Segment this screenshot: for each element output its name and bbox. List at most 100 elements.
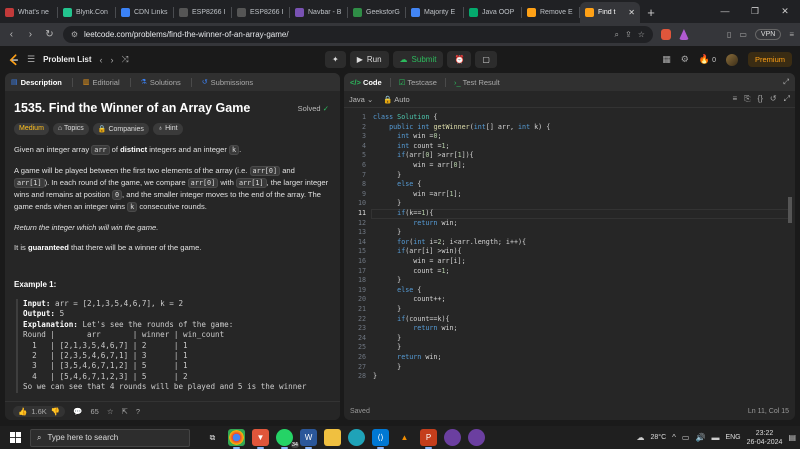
tab-description[interactable]: ▤ Description <box>11 78 62 87</box>
back-icon[interactable]: ‹ <box>6 29 17 40</box>
minimize-button[interactable]: — <box>710 0 740 23</box>
settings-icon[interactable]: ⚙ <box>681 54 689 65</box>
code-line[interactable]: 18 } <box>344 276 784 286</box>
code-line[interactable]: 13 } <box>344 228 784 238</box>
forward-icon[interactable]: › <box>25 29 36 40</box>
url-text[interactable]: leetcode.com/problems/find-the-winner-of… <box>84 30 608 39</box>
code-line[interactable]: 25 } <box>344 343 784 353</box>
thumbs-up-icon[interactable]: 👍 <box>18 407 27 416</box>
code-line[interactable]: 24 } <box>344 334 784 344</box>
omnibox[interactable]: ⚙ leetcode.com/problems/find-the-winner-… <box>62 26 653 43</box>
code-line[interactable]: 2 public int getWinner(int[] arr, int k)… <box>344 123 784 133</box>
bookmark-star-icon[interactable]: ☆ <box>638 30 645 39</box>
browser-tab[interactable]: Find t ✕ <box>580 2 640 23</box>
reset-icon[interactable]: ↺ <box>770 94 777 104</box>
debug-button[interactable]: ✦ <box>325 51 346 68</box>
word-icon[interactable]: W <box>300 429 317 449</box>
braces-icon[interactable]: {} <box>758 94 763 104</box>
browser-tab[interactable]: GeeksforG <box>348 2 406 23</box>
code-line[interactable]: 9 win =arr[1]; <box>344 190 784 200</box>
code-line[interactable]: 7 } <box>344 171 784 181</box>
new-tab-button[interactable]: + <box>640 2 662 23</box>
vlc-icon[interactable]: ▲ <box>396 429 413 446</box>
app-icon[interactable] <box>468 429 485 446</box>
notification-icon[interactable]: ▤ <box>788 433 796 442</box>
site-info-icon[interactable]: ⚙ <box>71 30 78 39</box>
brave-shield-icon[interactable] <box>660 29 671 40</box>
code-line[interactable]: 23 return win; <box>344 324 784 334</box>
fullscreen-icon[interactable]: ⤢ <box>784 94 790 104</box>
tab-submissions[interactable]: ↺ Submissions <box>202 78 253 87</box>
code-line[interactable]: 17 count =1; <box>344 267 784 277</box>
page-title[interactable]: 1535. Find the Winner of an Array Game <box>14 101 250 115</box>
prev-problem-icon[interactable]: ‹ <box>100 55 103 65</box>
code-line[interactable]: 14 for(int i=2; i<arr.length; i++){ <box>344 238 784 248</box>
restore-button[interactable]: ❐ <box>740 0 770 23</box>
browser-tab[interactable]: Majority E <box>406 2 464 23</box>
reload-icon[interactable]: ↻ <box>44 29 55 40</box>
notes-button[interactable]: ▢ <box>475 51 497 68</box>
code-line[interactable]: 4 int count =1; <box>344 142 784 152</box>
edge-icon[interactable] <box>348 429 365 446</box>
language-indicator[interactable]: ENG <box>725 434 740 441</box>
tab-editorial[interactable]: ▥ Editorial <box>83 78 120 87</box>
topics-tag[interactable]: ⌂ Topics <box>52 123 89 135</box>
bookmark-icon[interactable]: ⎘ <box>744 94 750 104</box>
language-select[interactable]: Java ⌄ <box>349 95 373 104</box>
next-problem-icon[interactable]: › <box>111 55 114 65</box>
submit-button[interactable]: ☁ Submit <box>392 51 444 68</box>
browser-tab[interactable]: CDN Links <box>116 2 174 23</box>
browser-tab[interactable]: Java OOP <box>464 2 522 23</box>
task-view-icon[interactable]: ⧉ <box>204 429 221 446</box>
format-icon[interactable]: ≡ <box>732 94 737 104</box>
menu-icon[interactable]: ≡ <box>789 30 794 39</box>
tab-test-result[interactable]: ›_ Test Result <box>454 78 500 87</box>
list-icon[interactable]: ☰ <box>27 54 35 65</box>
code-line[interactable]: 5 if(arr[0] >arr[1]){ <box>344 151 784 161</box>
wallet-icon[interactable]: ▭ <box>739 30 747 39</box>
browser-tab[interactable]: ESP8266 I <box>232 2 290 23</box>
hint-tag[interactable]: ♁ Hint <box>152 123 183 135</box>
help-icon[interactable]: ? <box>136 407 140 416</box>
browser-tab[interactable]: What's ne <box>0 2 58 23</box>
shuffle-icon[interactable]: ⤨ <box>122 54 129 65</box>
close-tab-icon[interactable]: ✕ <box>628 8 635 17</box>
browser-tab[interactable]: ESP8266 I <box>174 2 232 23</box>
code-line[interactable]: 16 win = arr[i]; <box>344 257 784 267</box>
editor-scrollbar[interactable] <box>788 197 792 223</box>
clock[interactable]: 23:22 26-04-2024 <box>747 429 783 447</box>
browser-tab[interactable]: Remove E <box>522 2 580 23</box>
streak-fire-icon[interactable]: 🔥 0 <box>699 54 716 65</box>
sidebar-icon[interactable]: ▯ <box>727 30 731 39</box>
auto-mode-toggle[interactable]: 🔒 Auto <box>383 95 409 104</box>
file-explorer-icon[interactable] <box>324 429 341 446</box>
code-line[interactable]: 3 int win =0; <box>344 132 784 142</box>
brave-icon[interactable]: ▼ <box>252 429 269 449</box>
code-line[interactable]: 26 return win; <box>344 353 784 363</box>
avatar[interactable] <box>725 53 738 66</box>
code-line[interactable]: 20 count++; <box>344 295 784 305</box>
share-icon[interactable]: ⇪ <box>625 30 632 39</box>
expand-icon[interactable]: ⤢ <box>783 77 789 87</box>
tab-solutions[interactable]: ⚗ Solutions <box>141 78 181 87</box>
layout-icon[interactable]: ▦ <box>662 54 671 65</box>
code-line[interactable]: 27 } <box>344 363 784 373</box>
code-line[interactable]: 22 if(count==k){ <box>344 315 784 325</box>
chrome-icon[interactable] <box>228 429 245 449</box>
timer-button[interactable]: ⏰ <box>447 51 472 68</box>
code-line[interactable]: 10 } <box>344 199 784 209</box>
leetcode-logo-icon[interactable] <box>8 53 19 66</box>
temperature[interactable]: 28°C <box>651 434 667 441</box>
windows-start-icon[interactable] <box>4 426 26 449</box>
speaker-icon[interactable]: 🔊 <box>695 433 705 442</box>
code-line[interactable]: 28} <box>344 372 784 382</box>
chevron-up-icon[interactable]: ^ <box>672 433 676 442</box>
code-editor[interactable]: 1 class Solution {2 public int getWinner(… <box>344 111 795 403</box>
code-line[interactable]: 15 if(arr[i] >win){ <box>344 247 784 257</box>
taskbar-search[interactable]: ⌕ Type here to search <box>30 428 190 447</box>
weather-icon[interactable]: ☁ <box>637 433 645 442</box>
companies-tag[interactable]: 🔒 Companies <box>92 123 149 135</box>
browser-tab[interactable]: Blynk.Con <box>58 2 116 23</box>
browser-tab[interactable]: Navbar - B <box>290 2 348 23</box>
problem-list-link[interactable]: Problem List <box>43 55 91 64</box>
